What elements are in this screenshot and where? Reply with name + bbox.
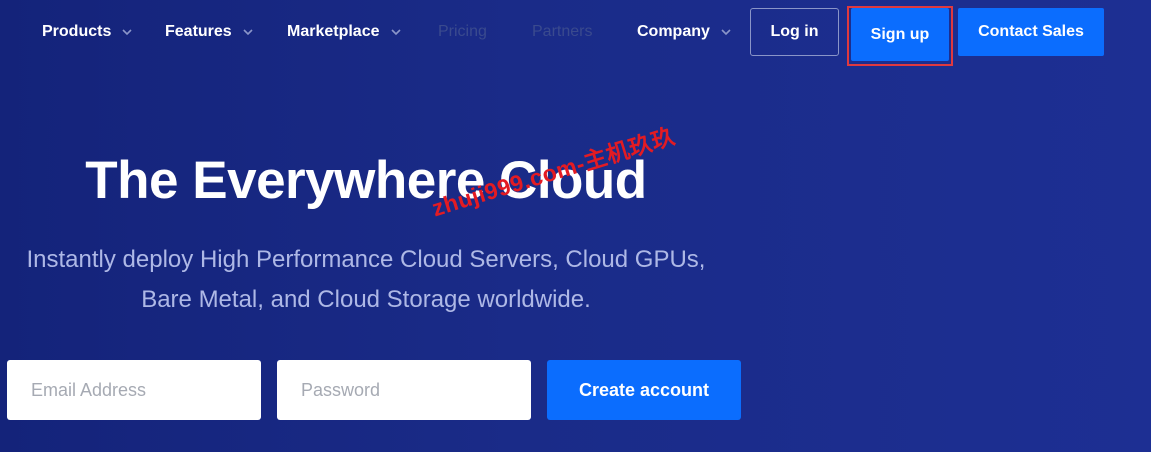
email-field[interactable]	[7, 360, 261, 420]
nav-item-products[interactable]: Products	[42, 20, 133, 44]
nav-item-label: Partners	[532, 23, 593, 40]
nav-item-label: Products	[42, 23, 112, 40]
signup-button[interactable]: Sign up	[851, 8, 949, 61]
create-account-button[interactable]: Create account	[547, 360, 741, 420]
nav-item-label: Pricing	[438, 23, 487, 40]
nav-item-label: Marketplace	[287, 23, 380, 40]
nav-item-company[interactable]: Company	[637, 20, 732, 44]
nav-item-marketplace[interactable]: Marketplace	[287, 20, 402, 44]
nav-item-features[interactable]: Features	[165, 20, 254, 44]
chevron-down-icon	[122, 29, 132, 36]
password-field[interactable]	[277, 360, 531, 420]
nav-item-label: Company	[637, 23, 710, 40]
login-button[interactable]: Log in	[750, 8, 839, 56]
nav-item-partners[interactable]: Partners	[532, 20, 592, 44]
nav-item-label: Features	[165, 23, 232, 40]
chevron-down-icon	[243, 29, 253, 36]
top-navigation: Products Features Marketplace Pricing Pa…	[0, 0, 1151, 66]
contact-sales-button[interactable]: Contact Sales	[958, 8, 1104, 56]
chevron-down-icon	[390, 29, 401, 36]
hero-subtitle: Instantly deploy High Performance Cloud …	[26, 246, 706, 313]
chevron-down-icon	[721, 29, 731, 36]
nav-item-pricing[interactable]: Pricing	[438, 20, 487, 44]
